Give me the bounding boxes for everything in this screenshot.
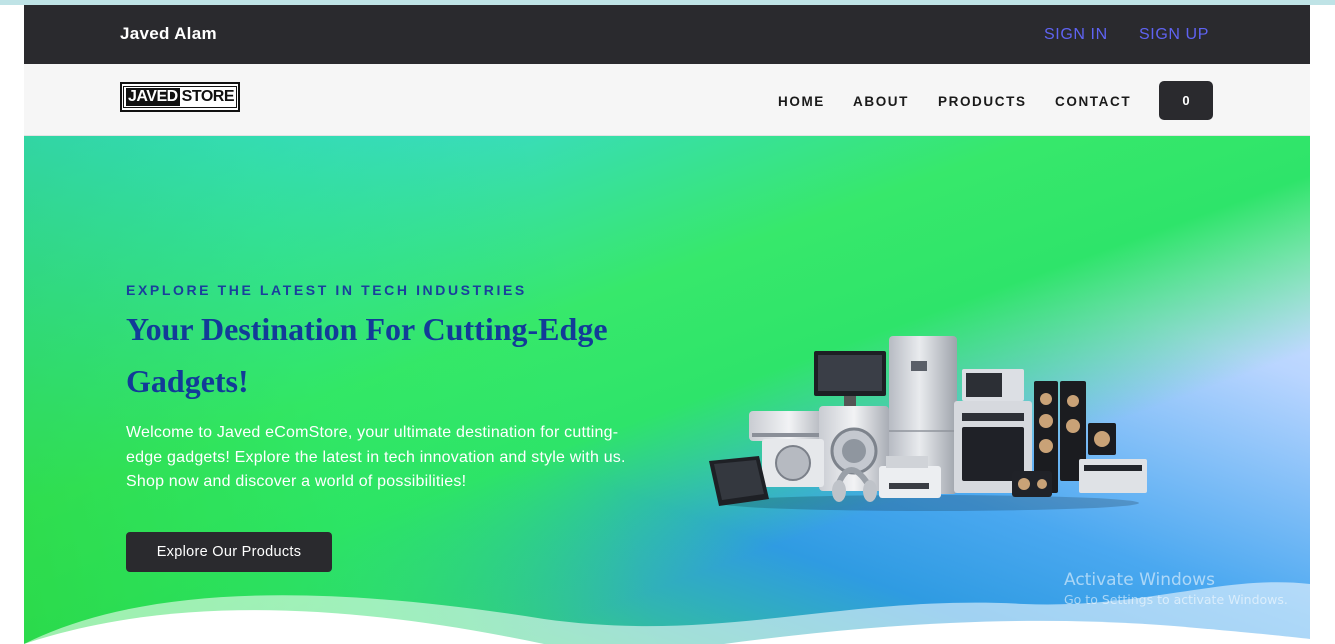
logo-part-2: STORE [181,88,235,105]
watermark-title: Activate Windows [1064,570,1215,590]
hero-headline: Your Destination For Cutting-Edge Gadget… [126,311,608,399]
page-frame: Javed Alam SIGN IN SIGN UP JAVED STORE H… [24,5,1310,644]
nav-item-about[interactable]: ABOUT [853,94,909,109]
cart-button[interactable]: 0 [1159,81,1213,120]
sign-in-link[interactable]: SIGN IN [1044,26,1108,44]
nav-item-contact[interactable]: CONTACT [1055,94,1131,109]
logo-wordmark: JAVED STORE [123,86,237,108]
nav-item-products[interactable]: PRODUCTS [938,94,1027,109]
hero-eyebrow: EXPLORE THE LATEST IN TECH INDUSTRIES [126,282,527,298]
cart-count: 0 [1182,93,1190,108]
store-logo[interactable]: JAVED STORE [120,82,240,112]
top-bar: Javed Alam SIGN IN SIGN UP [24,5,1310,64]
brand-name: Javed Alam [120,24,217,43]
sign-up-link[interactable]: SIGN UP [1139,26,1209,44]
watermark-subtitle: Go to Settings to activate Windows. [1064,592,1288,607]
main-nav: JAVED STORE HOME ABOUT PRODUCTS CONTACT … [24,64,1310,136]
appliances-collage-icon [709,336,1147,511]
hero-intro: Welcome to Javed eComStore, your ultimat… [126,424,626,490]
hero-section: EXPLORE THE LATEST IN TECH INDUSTRIES Yo… [24,136,1310,644]
logo-part-1: JAVED [126,88,180,106]
nav-item-home[interactable]: HOME [778,94,825,109]
activate-windows-watermark: Activate Windows Go to Settings to activ… [1064,570,1288,607]
